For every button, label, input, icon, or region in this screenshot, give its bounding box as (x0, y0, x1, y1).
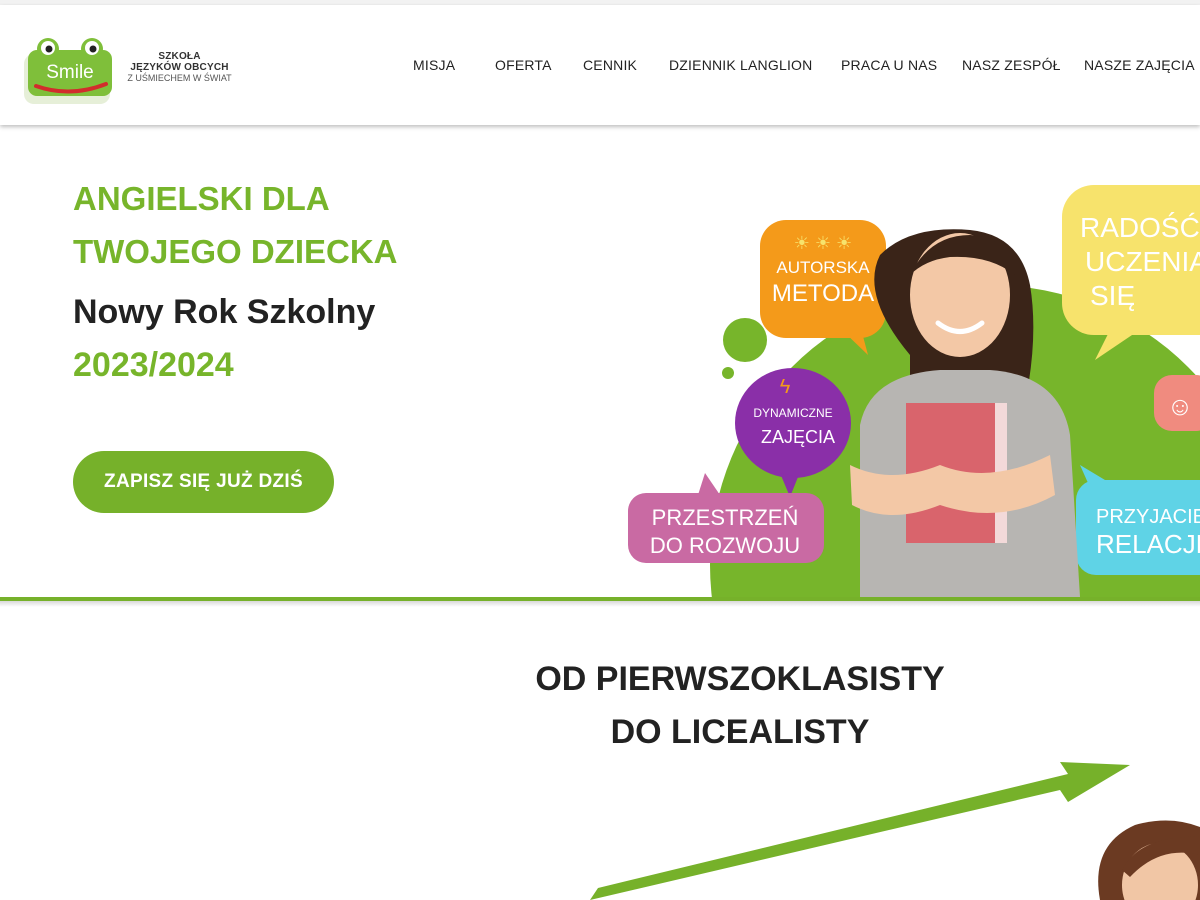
smiley-icon: ☺ (1167, 391, 1194, 421)
hero-illustration: AUTORSKA METODA ☀ ☀ ☀ ϟ DYNAMICZNE ZAJĘC… (628, 185, 1200, 597)
nav-item-misja[interactable]: MISJA (413, 57, 455, 73)
nav-item-oferta[interactable]: OFERTA (495, 57, 552, 73)
bubble-radosc-line-3: SIĘ (1090, 280, 1135, 311)
bubble-przestrzen-line-1: PRZESTRZEŃ (652, 505, 799, 530)
bubble-przyjaciel-line-2: RELACJE (1096, 529, 1200, 559)
bubble-przyjaciel-line-1: PRZYJACIEL (1096, 506, 1200, 528)
hero-year: 2023/2024 (73, 346, 234, 384)
section-title: OD PIERWSZOKLASISTY DO LICEALISTY (440, 653, 1040, 759)
bubble-autorska-line-2: METODA (772, 280, 874, 307)
nav-item-nasz-zespol[interactable]: NASZ ZESPÓŁ (962, 57, 1061, 73)
bubble-smiley: ☺ (1154, 375, 1200, 431)
bubble-przyjaciel-relacje: PRZYJACIEL RELACJE (1076, 465, 1200, 575)
green-dot-small-decoration (722, 367, 734, 379)
logo-badge-text: Smile (46, 62, 94, 83)
hero-headline-line-2: TWOJEGO DZIECKA (73, 233, 398, 270)
nav-item-nasze-zajecia[interactable]: NASZE ZAJĘCIA (1084, 57, 1195, 73)
logo-line-1: SZKOŁA (158, 51, 201, 62)
bubble-radosc-line-1: RADOŚĆ (1080, 211, 1200, 243)
girl-with-book-photo (850, 229, 1080, 597)
logo-wordmark: SZKOŁA JĘZYKÓW OBCYCH Z UŚMIECHEM W ŚWIA… (117, 51, 242, 84)
bubble-autorska-metoda: AUTORSKA METODA ☀ ☀ ☀ (760, 220, 886, 355)
logo-tagline: Z UŚMIECHEM W ŚWIAT (127, 73, 232, 83)
lightbulbs-icon: ☀ ☀ ☀ (794, 233, 852, 253)
bubble-dynamiczne-line-2: ZAJĘCIA (761, 427, 835, 447)
teen-girl-photo (1098, 820, 1200, 900)
logo-line-2: JĘZYKÓW OBCYCH (130, 62, 229, 73)
hero-subtitle: Nowy Rok Szkolny (73, 293, 376, 331)
section-title-line-1: OD PIERWSZOKLASISTY (535, 660, 945, 698)
bubble-przestrzen-line-2: DO ROZWOJU (650, 533, 800, 558)
lightning-icon: ϟ (780, 376, 791, 398)
hero-section: ANGIELSKI DLA TWOJEGO DZIECKA Nowy Rok S… (0, 125, 1200, 597)
green-dot-decoration (723, 318, 767, 362)
site-header: Smile SZKOŁA JĘZYKÓW OBCYCH Z UŚMIECHEM … (0, 5, 1200, 125)
nav-item-cennik[interactable]: CENNIK (583, 57, 637, 73)
hero-headline: ANGIELSKI DLA TWOJEGO DZIECKA (73, 172, 493, 278)
bubble-dynamiczne-line-1: DYNAMICZNE (753, 406, 832, 420)
signup-button[interactable]: ZAPISZ SIĘ JUŻ DZIŚ (73, 451, 334, 513)
hero-headline-line-1: ANGIELSKI DLA (73, 180, 330, 217)
bubble-autorska-line-1: AUTORSKA (776, 258, 870, 277)
site-logo[interactable]: Smile SZKOŁA JĘZYKÓW OBCYCH Z UŚMIECHEM … (22, 32, 242, 106)
nav-item-praca-u-nas[interactable]: PRACA U NAS (841, 57, 937, 73)
hero-bottom-shadow (0, 601, 1200, 607)
frog-logo-icon: Smile (24, 38, 112, 104)
growth-arrow-icon (590, 762, 1130, 900)
section-title-line-2: DO LICEALISTY (610, 713, 870, 751)
nav-item-dziennik-langlion[interactable]: DZIENNIK LANGLION (669, 57, 812, 73)
bubble-radosc-line-2: UCZENIA (1085, 246, 1200, 277)
